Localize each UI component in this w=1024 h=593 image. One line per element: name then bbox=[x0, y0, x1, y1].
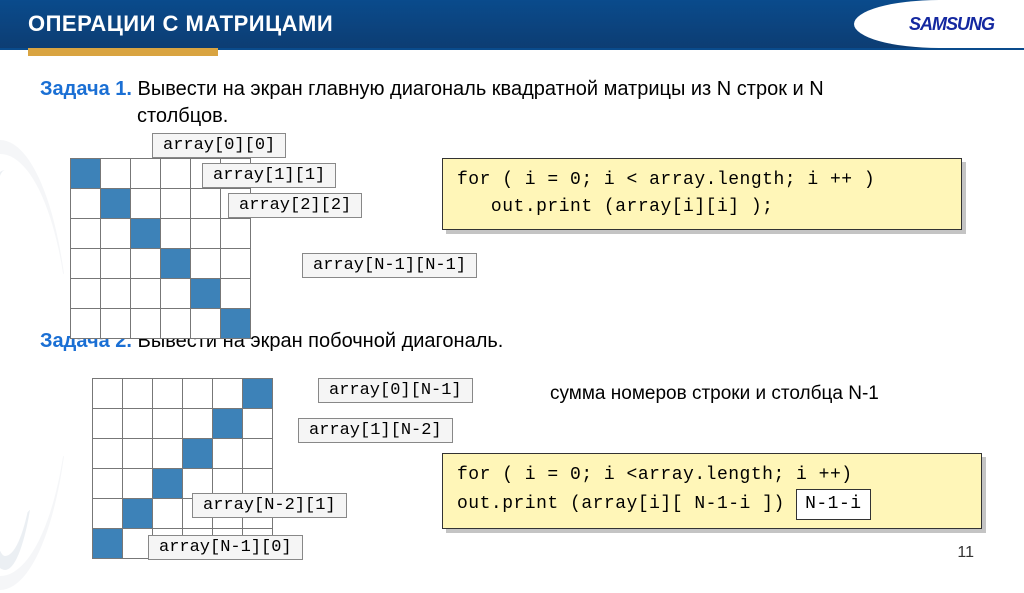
slide-content: Задача 1. Вывести на экран главную диаго… bbox=[0, 48, 1024, 593]
code-line: out.print (array[i][i] ); bbox=[457, 194, 947, 221]
logo-container: SAMSUNG bbox=[854, 0, 1024, 48]
highlight-expression: N-1-i bbox=[796, 489, 871, 520]
code-line: for ( i = 0; i <array.length; i ++) bbox=[457, 462, 967, 489]
task1-text: Вывести на экран главную диагональ квадр… bbox=[138, 78, 824, 100]
callout-array-0-n1: array[0][N-1] bbox=[318, 378, 473, 403]
callout-array-n1-0: array[N-1][0] bbox=[148, 535, 303, 560]
samsung-logo: SAMSUNG bbox=[909, 14, 994, 35]
callout-array-2-2: array[2][2] bbox=[228, 193, 362, 218]
matrix-grid-secondary bbox=[92, 378, 273, 559]
callout-array-1-n2: array[1][N-2] bbox=[298, 418, 453, 443]
sum-index-note: сумма номеров строки и столбца N-1 bbox=[550, 383, 879, 405]
code-line: out.print (array[i][ N-1-i ]) N-1-i bbox=[457, 489, 967, 520]
task1-body: array[0][0] array[1][1] array[2][2] arra… bbox=[40, 138, 984, 323]
accent-block bbox=[28, 48, 218, 56]
code-block-task1: for ( i = 0; i < array.length; i ++ ) ou… bbox=[442, 158, 962, 230]
page-number: 11 bbox=[957, 544, 974, 562]
slide-title: ОПЕРАЦИИ С МАТРИЦАМИ bbox=[28, 11, 333, 37]
task1-label: Задача 1. bbox=[40, 78, 132, 100]
callout-array-0-0: array[0][0] bbox=[152, 133, 286, 158]
task1-text-line2: столбцов. bbox=[40, 105, 984, 128]
task2-body: array[0][N-1] array[1][N-2] array[N-2][1… bbox=[40, 373, 984, 573]
header-bar: ОПЕРАЦИИ С МАТРИЦАМИ SAMSUNG bbox=[0, 0, 1024, 48]
code-line: for ( i = 0; i < array.length; i ++ ) bbox=[457, 167, 947, 194]
task1-line: Задача 1. Вывести на экран главную диаго… bbox=[40, 76, 984, 103]
callout-array-1-1: array[1][1] bbox=[202, 163, 336, 188]
code-block-task2: for ( i = 0; i <array.length; i ++) out.… bbox=[442, 453, 982, 529]
callout-array-n2-1: array[N-2][1] bbox=[192, 493, 347, 518]
callout-array-n1-n1: array[N-1][N-1] bbox=[302, 253, 477, 278]
